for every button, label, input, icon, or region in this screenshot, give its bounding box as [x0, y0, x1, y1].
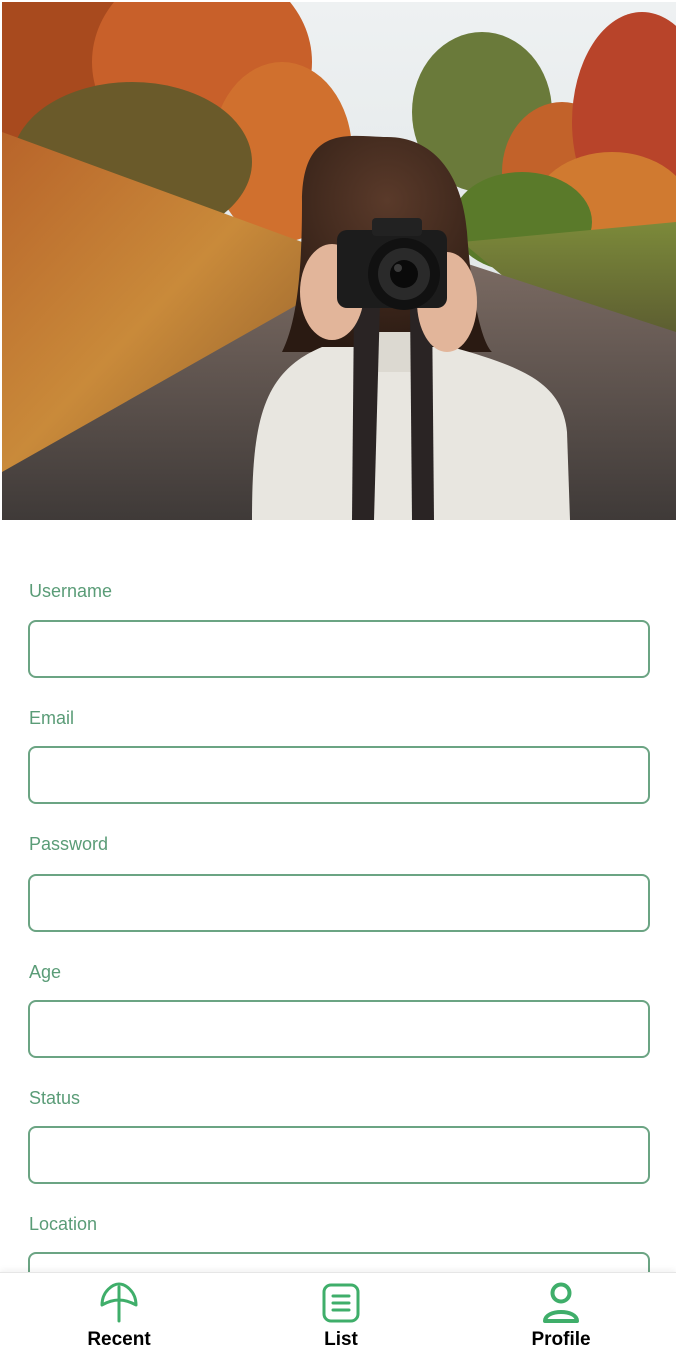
age-input[interactable]: [28, 1000, 650, 1058]
leaf-icon: [100, 1282, 138, 1323]
username-label: Username: [29, 581, 113, 601]
header-photo: [2, 2, 676, 520]
location-input[interactable]: [28, 1252, 650, 1272]
profile-form: Username Email Password Age Status Locat…: [0, 520, 676, 1272]
nav-item-list[interactable]: List: [261, 1273, 421, 1352]
nav-label-profile: Profile: [531, 1329, 591, 1350]
email-label: Email: [29, 708, 75, 728]
profile-icon[interactable]: [623, 32, 676, 520]
location-label: Location: [29, 1214, 98, 1234]
password-label: Password: [29, 834, 109, 854]
bottom-nav: Recent List Profile: [0, 1272, 676, 1352]
list-icon: [322, 1283, 360, 1323]
profile-icon: [543, 1282, 579, 1323]
password-input[interactable]: [28, 874, 650, 932]
nav-item-profile[interactable]: Profile: [481, 1273, 641, 1352]
nav-label-list: List: [324, 1329, 358, 1350]
email-input[interactable]: [28, 746, 650, 804]
profile-screen: Username Email Password Age Status Locat…: [0, 0, 676, 1352]
username-input[interactable]: [28, 620, 650, 678]
nav-item-recent[interactable]: Recent: [39, 1273, 199, 1352]
camera-woman-illustration: [2, 2, 676, 520]
status-input[interactable]: [28, 1126, 650, 1184]
age-label: Age: [29, 962, 62, 982]
nav-label-recent: Recent: [87, 1329, 151, 1350]
status-label: Status: [29, 1088, 81, 1108]
